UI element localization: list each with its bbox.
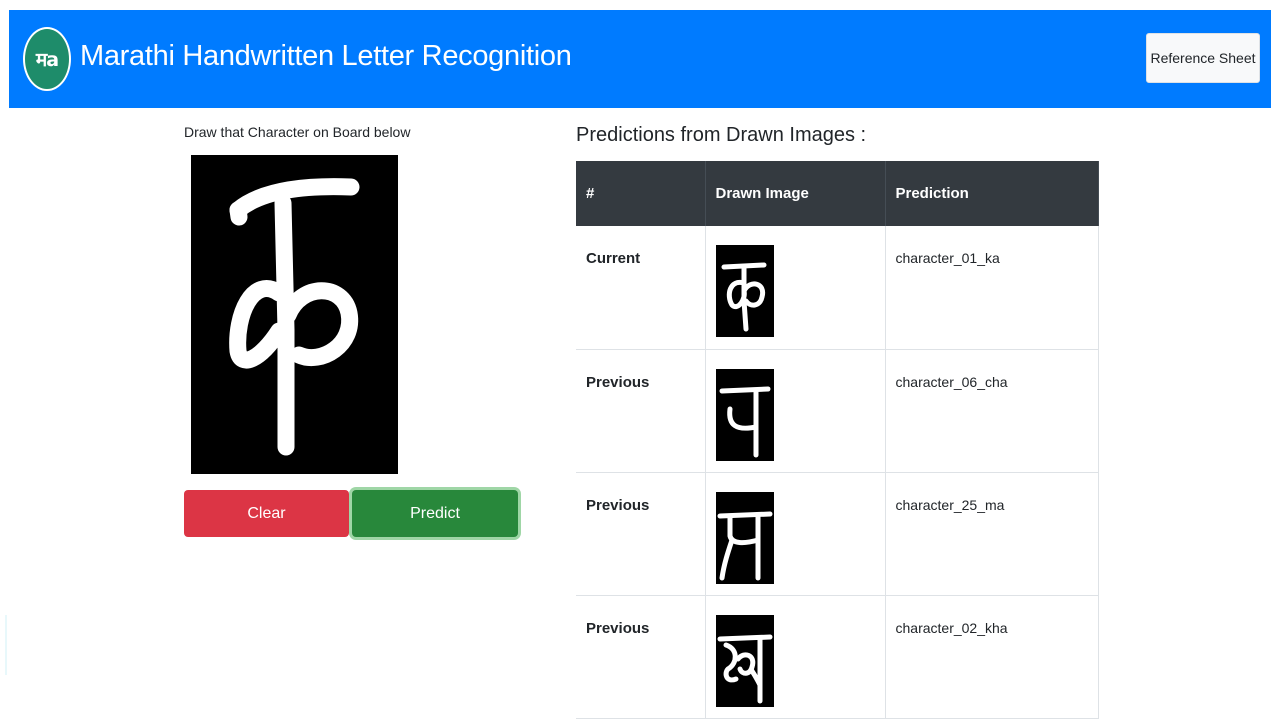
page-edge-marker (5, 615, 7, 675)
predictions-table: # Drawn Image Prediction Current charact… (576, 161, 1099, 719)
app-title[interactable]: Marathi Handwritten Letter Recognition (80, 36, 572, 76)
table-row: Previous character_25_ma (576, 472, 1099, 596)
predictions-title: Predictions from Drawn Images : (576, 124, 867, 146)
top-navbar: मa Marathi Handwritten Letter Recognitio… (9, 10, 1271, 108)
table-row: Current character_01_ka (576, 226, 1099, 350)
drawn-character (229, 178, 360, 456)
predict-button[interactable]: Predict (352, 490, 518, 537)
column-header-index: # (576, 161, 706, 226)
row-label: Previous (576, 472, 706, 596)
table-row: Previous character_06_cha (576, 349, 1099, 473)
cha-glyph-image (719, 386, 770, 457)
row-label: Previous (576, 349, 706, 473)
prediction-text: character_02_kha (885, 595, 1099, 719)
column-header-drawn-image: Drawn Image (705, 161, 886, 226)
kha-glyph-image (717, 634, 772, 703)
board-label: Draw that Character on Board below (184, 124, 411, 140)
clear-button[interactable]: Clear (184, 490, 349, 537)
table-row: Previous character_02_kha (576, 595, 1099, 719)
drawn-image-cell (705, 472, 886, 596)
drawn-image-thumbnail (715, 368, 774, 461)
drawing-board[interactable] (191, 155, 398, 474)
ma-glyph-image (717, 511, 772, 580)
table-header-row: # Drawn Image Prediction (576, 161, 1099, 226)
drawn-image-cell (705, 226, 886, 350)
reference-sheet-button[interactable]: Reference Sheet (1146, 33, 1260, 83)
prediction-text: character_01_ka (885, 226, 1099, 350)
logo-text: मa (35, 49, 59, 71)
row-label: Previous (576, 595, 706, 719)
drawn-image-thumbnail (715, 245, 774, 337)
drawn-image-thumbnail (715, 491, 774, 584)
drawn-image-cell (705, 349, 886, 473)
row-label: Current (576, 226, 706, 350)
column-header-prediction: Prediction (885, 161, 1099, 226)
prediction-text: character_06_cha (885, 349, 1099, 473)
prediction-text: character_25_ma (885, 472, 1099, 596)
drawn-image-thumbnail (715, 614, 774, 707)
ka-glyph-image (721, 262, 766, 332)
app-logo: मa (23, 27, 71, 91)
drawn-image-cell (705, 595, 886, 719)
